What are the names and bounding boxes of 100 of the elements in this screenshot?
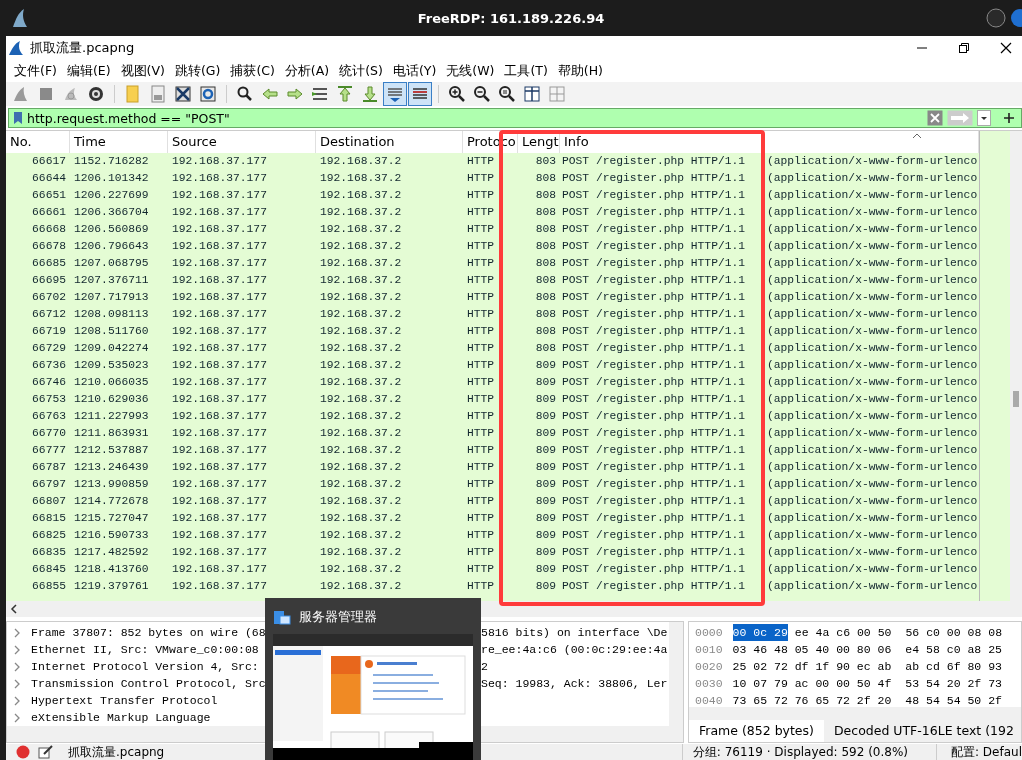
lines-icon[interactable] bbox=[409, 83, 431, 105]
packet-row[interactable]: 66753 1210.629036 192.168.37.177 192.168.37.2 HTTP 809 POST /register.php HTTP/1.1 (application/x-www-form-urlenco bbox=[6, 391, 979, 408]
menu-item[interactable]: 视图(V) bbox=[116, 62, 171, 80]
chevron-icon[interactable] bbox=[13, 627, 21, 638]
chevron-icon[interactable] bbox=[13, 661, 21, 672]
packet-row[interactable]: 66736 1209.535023 192.168.37.177 192.168.37.2 HTTP 809 POST /register.php HTTP/1.1 (application/x-www-form-urlenco bbox=[6, 357, 979, 374]
table-cell-text: 1214.772678 bbox=[73, 494, 150, 509]
packet-row[interactable]: 66712 1208.098113 192.168.37.177 192.168.37.2 HTTP 808 POST /register.php HTTP/1.1 (application/x-www-form-urlenco bbox=[6, 306, 979, 323]
packet-row[interactable]: 66685 1207.068795 192.168.37.177 192.168.37.2 HTTP 808 POST /register.php HTTP/1.1 (application/x-www-form-urlenco bbox=[6, 255, 979, 272]
table-cell-text: 1209.042274 bbox=[73, 341, 150, 356]
packet-row[interactable]: 66644 1206.101342 192.168.37.177 192.168.37.2 HTTP 808 POST /register.php HTTP/1.1 (application/x-www-form-urlenco bbox=[6, 170, 979, 187]
column-header[interactable]: Source bbox=[168, 131, 316, 153]
packet-row[interactable]: 66617 1152.716282 192.168.37.177 192.168.37.2 HTTP 803 POST /register.php HTTP/1.1 (application/x-www-form-urlenco bbox=[6, 153, 979, 170]
table-cell-text: 192.168.37.2 bbox=[319, 511, 403, 526]
table-cell-text: 192.168.37.177 bbox=[171, 511, 268, 526]
tab[interactable]: Frame (852 bytes) bbox=[689, 720, 824, 742]
packet-row[interactable]: 66797 1213.990859 192.168.37.177 192.168.37.2 HTTP 809 POST /register.php HTTP/1.1 (application/x-www-form-urlenco bbox=[6, 476, 979, 493]
clear-icon[interactable] bbox=[927, 110, 943, 126]
menu-item[interactable]: 分析(A) bbox=[280, 62, 336, 80]
hex-bytes[interactable]: 10 07 79 ac 00 00 50 4f bbox=[732, 675, 892, 692]
close-file-icon[interactable] bbox=[172, 83, 194, 105]
horizontal-scrollbar[interactable] bbox=[689, 706, 1021, 720]
table-cell-text: HTTP bbox=[466, 324, 496, 339]
chevron-icon[interactable] bbox=[13, 644, 21, 655]
chevron-icon[interactable] bbox=[13, 695, 21, 706]
table-cell-text: 192.168.37.2 bbox=[319, 579, 403, 594]
packet-row[interactable]: 66855 1219.379761 192.168.37.177 192.168.37.2 HTTP 809 POST /register.php HTTP/1.1 (application/x-www-form-urlenco bbox=[6, 578, 979, 595]
tree-item-text[interactable]: Seq: 19983, Ack: 38806, Ler bbox=[481, 677, 668, 690]
packet-row[interactable]: 66668 1206.560869 192.168.37.177 192.168.37.2 HTTP 808 POST /register.php HTTP/1.1 (application/x-www-form-urlenco bbox=[6, 221, 979, 238]
table-cell-text: (application/x-www-form-urlenco bbox=[767, 443, 978, 458]
window-preview-popup[interactable]: 服务器管理器 bbox=[265, 598, 481, 760]
hex-bytes[interactable]: e4 58 c0 a8 25 bbox=[905, 641, 1002, 658]
packet-row[interactable]: 66835 1217.482592 192.168.37.177 192.168.37.2 HTTP 809 POST /register.php HTTP/1.1 (application/x-www-form-urlenco bbox=[6, 544, 979, 561]
vertical-scrollbar[interactable] bbox=[669, 622, 683, 726]
vertical-scrollbar[interactable] bbox=[1010, 131, 1022, 601]
menu-item[interactable]: 帮助(H) bbox=[553, 62, 609, 80]
packet-row[interactable]: 66746 1210.066035 192.168.37.177 192.168.37.2 HTTP 809 POST /register.php HTTP/1.1 (application/x-www-form-urlenco bbox=[6, 374, 979, 391]
packet-row[interactable]: 66729 1209.042274 192.168.37.177 192.168.37.2 HTTP 808 POST /register.php HTTP/1.1 (application/x-www-form-urlenco bbox=[6, 340, 979, 357]
close-icon[interactable] bbox=[1000, 42, 1012, 54]
resize-columns-icon[interactable] bbox=[521, 83, 543, 105]
edit-icon[interactable] bbox=[38, 745, 54, 759]
record-icon[interactable] bbox=[16, 745, 30, 759]
menu-item[interactable]: 文件(F) bbox=[10, 62, 63, 80]
autoscroll-icon[interactable] bbox=[384, 83, 406, 105]
table-cell-text: 1206.227699 bbox=[73, 188, 150, 203]
hex-bytes[interactable]: 25 02 72 df 1f 90 ec ab bbox=[732, 658, 892, 675]
menu-item[interactable]: 电话(Y) bbox=[388, 62, 443, 80]
packet-row[interactable]: 66702 1207.717913 192.168.37.177 192.168.37.2 HTTP 808 POST /register.php HTTP/1.1 (application/x-www-form-urlenco bbox=[6, 289, 979, 306]
tree-item-text[interactable]: 5816 bits) on interface \De bbox=[481, 626, 668, 639]
bookmark-icon[interactable] bbox=[13, 111, 23, 125]
maximize-icon[interactable] bbox=[958, 42, 970, 54]
packet-row[interactable]: 66815 1215.727047 192.168.37.177 192.168.37.2 HTTP 809 POST /register.php HTTP/1.1 (application/x-www-form-urlenco bbox=[6, 510, 979, 527]
tree-item-text[interactable]: 2 bbox=[481, 660, 488, 673]
table-cell-text: 192.168.37.2 bbox=[319, 205, 403, 220]
table-cell-text: (application/x-www-form-urlenco bbox=[767, 358, 978, 373]
packet-row[interactable]: 66777 1212.537887 192.168.37.177 192.168.37.2 HTTP 809 POST /register.php HTTP/1.1 (application/x-www-form-urlenco bbox=[6, 442, 979, 459]
packet-row[interactable]: 66770 1211.863931 192.168.37.177 192.168.37.2 HTTP 809 POST /register.php HTTP/1.1 (application/x-www-form-urlenco bbox=[6, 425, 979, 442]
chevron-icon[interactable] bbox=[13, 712, 21, 723]
hex-bytes[interactable]: 73 65 72 76 65 72 2f 20 bbox=[732, 692, 892, 707]
hex-bytes[interactable]: 48 54 54 50 2f bbox=[905, 692, 1002, 707]
packet-row[interactable]: 66695 1207.376711 192.168.37.177 192.168.37.2 HTTP 808 POST /register.php HTTP/1.1 (application/x-www-form-urlenco bbox=[6, 272, 979, 289]
menu-item[interactable]: 编辑(E) bbox=[62, 62, 117, 80]
table-cell-text: HTTP bbox=[466, 188, 496, 203]
table-cell-text: 1207.068795 bbox=[73, 256, 150, 271]
packet-row[interactable]: 66825 1216.590733 192.168.37.177 192.168.37.2 HTTP 809 POST /register.php HTTP/1.1 (application/x-www-form-urlenco bbox=[6, 527, 979, 544]
packet-row[interactable]: 66763 1211.227993 192.168.37.177 192.168.37.2 HTTP 809 POST /register.php HTTP/1.1 (application/x-www-form-urlenco bbox=[6, 408, 979, 425]
chevron-icon[interactable] bbox=[13, 678, 21, 689]
packet-row[interactable]: 66787 1213.246439 192.168.37.177 192.168.37.2 HTTP 809 POST /register.php HTTP/1.1 (application/x-www-form-urlenco bbox=[6, 459, 979, 476]
column-header[interactable]: Destination bbox=[316, 131, 463, 153]
hex-bytes[interactable]: 53 54 20 2f 73 bbox=[905, 675, 1002, 692]
packet-row[interactable]: 66661 1206.366704 192.168.37.177 192.168.37.2 HTTP 808 POST /register.php HTTP/1.1 (application/x-www-form-urlenco bbox=[6, 204, 979, 221]
packet-row[interactable]: 66719 1208.511760 192.168.37.177 192.168.37.2 HTTP 808 POST /register.php HTTP/1.1 (application/x-www-form-urlenco bbox=[6, 323, 979, 340]
hex-bytes[interactable]: ab cd 6f 80 93 bbox=[905, 658, 1002, 675]
reload-icon[interactable] bbox=[197, 83, 219, 105]
add-filter-icon[interactable] bbox=[1003, 112, 1015, 124]
table-cell-text: 1208.511760 bbox=[73, 324, 150, 339]
menu-item[interactable]: 无线(W) bbox=[442, 62, 501, 80]
column-header[interactable]: No. bbox=[6, 131, 70, 153]
selected-bytes[interactable]: 00 0c 29 bbox=[732, 624, 788, 641]
display-filter-field[interactable]: http.request.method == "POST" bbox=[8, 108, 1022, 128]
packet-row[interactable]: 66651 1206.227699 192.168.37.177 192.168.37.2 HTTP 808 POST /register.php HTTP/1.1 (application/x-www-form-urlenco bbox=[6, 187, 979, 204]
table-cell-text: 66746 bbox=[31, 375, 67, 390]
profile-label[interactable]: 配置: Defaul bbox=[936, 743, 1022, 760]
column-header[interactable]: Time bbox=[70, 131, 168, 153]
menu-item[interactable]: 捕获(C) bbox=[226, 62, 281, 80]
minimize-circle-icon[interactable] bbox=[986, 8, 1006, 28]
column-header[interactable]: Lengt bbox=[518, 131, 560, 153]
menu-item[interactable]: 统计(S) bbox=[335, 62, 389, 80]
dropdown-caret-icon[interactable] bbox=[977, 110, 991, 126]
hex-bytes[interactable]: 03 46 48 05 40 00 80 06 bbox=[732, 641, 892, 658]
tree-item-text[interactable]: re_ee:4a:c6 (00:0c:29:ee:4a bbox=[481, 643, 668, 656]
menu-item[interactable]: 跳转(G) bbox=[170, 62, 227, 80]
menu-item[interactable]: 工具(T) bbox=[500, 62, 554, 80]
hex-bytes[interactable]: 56 c0 00 08 08 bbox=[905, 624, 1003, 641]
tab[interactable]: Decoded UTF-16LE text (192 bbox=[823, 720, 1021, 742]
scroll-left-icon[interactable] bbox=[10, 604, 18, 614]
packet-row[interactable]: 66845 1218.413760 192.168.37.177 192.168.37.2 HTTP 809 POST /register.php HTTP/1.1 (application/x-www-form-urlenco bbox=[6, 561, 979, 578]
packet-row[interactable]: 66807 1214.772678 192.168.37.177 192.168.37.2 HTTP 809 POST /register.php HTTP/1.1 (application/x-www-form-urlenco bbox=[6, 493, 979, 510]
packet-row[interactable]: 66678 1206.796643 192.168.37.177 192.168.37.2 HTTP 808 POST /register.php HTTP/1.1 (application/x-www-form-urlenco bbox=[6, 238, 979, 255]
hex-bytes[interactable]: ee 4a c6 00 50 bbox=[794, 624, 892, 641]
